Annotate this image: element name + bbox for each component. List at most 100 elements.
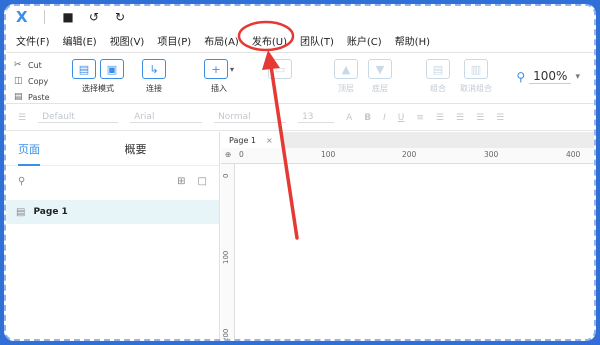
pages-panel: 页面 概要 ⚲ ⊞ □ ▤ Page 1 — [6, 132, 220, 339]
strikethrough-icon[interactable]: ≡ — [416, 113, 424, 123]
search-icon[interactable]: ⚲ — [18, 176, 25, 187]
underline-icon[interactable]: U — [398, 113, 405, 123]
close-icon[interactable]: × — [266, 136, 273, 145]
save-icon[interactable]: ■ — [55, 10, 81, 24]
zoom-dropdown-icon[interactable]: ▾ — [575, 72, 580, 82]
ruler-v-label: 200 — [222, 328, 230, 341]
bring-top-button[interactable]: ▲ 顶层 — [334, 59, 358, 94]
tab-pages-label: 页面 — [18, 142, 40, 166]
bring-top-label: 顶层 — [338, 84, 354, 93]
canvas-area[interactable]: Page 1 × ⊕ 0 100 200 300 400 0 100 200 — [221, 132, 594, 341]
app-logo-icon: X — [16, 8, 28, 26]
title-bar: X ■ ↺ ↻ — [6, 6, 594, 28]
menu-edit[interactable]: 编辑(E) — [63, 33, 97, 48]
ruler-v-label: 0 — [222, 173, 230, 178]
ungroup-button[interactable]: ▥ 取消组合 — [460, 59, 492, 94]
select-mode-button[interactable]: ▤ ▣ 选择模式 — [72, 59, 124, 94]
menu-file[interactable]: 文件(F) — [16, 33, 50, 48]
cut-button[interactable]: ✂ Cut — [14, 57, 66, 73]
paste-button[interactable]: ▤ Paste — [14, 89, 66, 105]
font-size-icon[interactable]: A — [346, 113, 352, 123]
copy-button[interactable]: ◫ Copy — [14, 73, 66, 89]
ribbon: ✂ Cut ◫ Copy ▤ Paste ▤ ▣ 选择模式 ↳ 连接 + ▾ 插入 ▭ — [6, 52, 594, 104]
tab-page-1[interactable]: Page 1 × — [221, 132, 281, 148]
align-right-icon[interactable]: ☰ — [496, 113, 504, 123]
zoom-control[interactable]: ⚲ 100% ▾ — [516, 69, 580, 84]
insert-button[interactable]: + ▾ 插入 — [204, 59, 234, 94]
arrange-icon: ▭ — [268, 59, 292, 79]
app-window: X ■ ↺ ↻ 文件(F) 编辑(E) 视图(V) 项目(P) 布局(A) 发布… — [4, 4, 596, 341]
undo-icon[interactable]: ↺ — [81, 10, 107, 24]
clipboard-group: ✂ Cut ◫ Copy ▤ Paste — [14, 57, 66, 105]
redo-icon[interactable]: ↻ — [107, 10, 133, 24]
paste-icon: ▤ — [14, 92, 23, 102]
tab-page-label: Page 1 — [229, 135, 256, 145]
send-bottom-button[interactable]: ▼ 底层 — [368, 59, 392, 94]
connector-icon: ↳ — [142, 59, 166, 79]
bold-icon[interactable]: B — [364, 113, 371, 123]
menu-account[interactable]: 账户(C) — [347, 33, 382, 48]
plus-icon: + — [204, 59, 228, 79]
scissors-icon: ✂ — [14, 60, 22, 70]
format-bar: ☰ Default Arial Normal 13 A B I U ≡ ☰ ☰ … — [6, 105, 594, 131]
ruler-crosshair-icon: ⊕ — [225, 150, 232, 159]
align-left-icon[interactable]: ☰ — [456, 113, 464, 123]
copy-label: Copy — [28, 76, 49, 86]
menu-team[interactable]: 团队(T) — [300, 33, 334, 48]
weight-select[interactable]: Normal — [214, 112, 287, 123]
zoom-value[interactable]: 100% — [529, 69, 572, 84]
style-icon: ☰ — [18, 112, 27, 123]
insert-caret: ▾ — [230, 64, 235, 74]
insert-label: 插入 — [211, 84, 227, 93]
align-center-icon[interactable]: ☰ — [476, 113, 484, 123]
font-select[interactable]: Arial — [130, 112, 203, 123]
pages-toolbar: ⚲ ⊞ □ — [6, 166, 219, 196]
size-select[interactable]: 13 — [298, 112, 335, 123]
menu-layout[interactable]: 布局(A) — [204, 33, 239, 48]
ruler-v-label: 100 — [222, 250, 230, 264]
style-select[interactable]: Default — [38, 112, 119, 123]
paste-label: Paste — [28, 92, 50, 102]
tab-pages[interactable]: 页面 — [6, 141, 113, 166]
cut-label: Cut — [28, 60, 42, 70]
vertical-ruler: 0 100 200 — [221, 164, 235, 341]
select-intersect-icon: ▤ — [72, 59, 96, 79]
send-bottom-icon: ▼ — [368, 59, 392, 79]
select-contain-icon: ▣ — [100, 59, 124, 79]
ruler-h-label: 300 — [484, 150, 499, 159]
menu-publish[interactable]: 发布(U) — [252, 33, 287, 48]
add-page-icon[interactable]: ⊞ — [177, 176, 185, 187]
group-label: 组合 — [430, 84, 446, 93]
zoom-icon: ⚲ — [516, 69, 526, 84]
list-icon[interactable]: ☰ — [436, 113, 444, 123]
horizontal-ruler: ⊕ 0 100 200 300 400 — [221, 148, 594, 164]
title-separator — [44, 10, 45, 24]
arrange-button[interactable]: ▭ — [268, 59, 292, 83]
page-item-label: Page 1 — [33, 207, 68, 217]
menu-bar: 文件(F) 编辑(E) 视图(V) 项目(P) 布局(A) 发布(U) 团队(T… — [6, 29, 594, 51]
group-button[interactable]: ▤ 组合 — [426, 59, 450, 94]
connect-label: 连接 — [146, 84, 162, 93]
ruler-h-label: 400 — [566, 150, 581, 159]
connect-button[interactable]: ↳ 连接 — [142, 59, 166, 94]
group-icon: ▤ — [426, 59, 450, 79]
select-mode-label: 选择模式 — [82, 84, 114, 93]
menu-view[interactable]: 视图(V) — [110, 33, 145, 48]
ruler-h-label: 100 — [321, 150, 336, 159]
menu-project[interactable]: 项目(P) — [157, 33, 191, 48]
page-icon: ▤ — [16, 206, 26, 218]
tab-outline[interactable]: 概要 — [113, 141, 220, 157]
panel-tabs: 页面 概要 — [6, 132, 219, 166]
ruler-h-label: 0 — [239, 150, 244, 159]
menu-help[interactable]: 帮助(H) — [395, 33, 430, 48]
canvas-tabs: Page 1 × — [221, 132, 594, 148]
send-bottom-label: 底层 — [372, 84, 388, 93]
bring-top-icon: ▲ — [334, 59, 358, 79]
ungroup-label: 取消组合 — [460, 84, 492, 93]
add-folder-icon[interactable]: □ — [198, 176, 207, 187]
ungroup-icon: ▥ — [464, 59, 488, 79]
ruler-h-label: 200 — [402, 150, 417, 159]
italic-icon[interactable]: I — [383, 113, 386, 123]
page-list-item[interactable]: ▤ Page 1 — [6, 200, 219, 224]
copy-icon: ◫ — [14, 76, 23, 86]
